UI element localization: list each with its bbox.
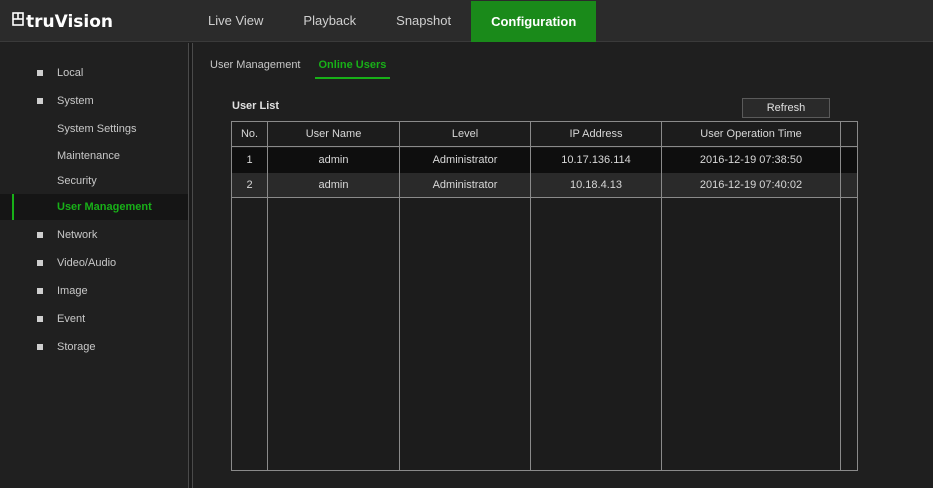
bullet-icon xyxy=(37,288,43,294)
column-header-no: No. xyxy=(240,128,259,140)
cell-operation-time: 2016-12-19 07:40:02 xyxy=(699,179,803,191)
column-header-user-operation-time: User Operation Time xyxy=(700,128,802,140)
cell-level: Administrator xyxy=(432,179,498,191)
sidebar-item-label: Security xyxy=(57,175,97,187)
column-header-user-name: User Name xyxy=(305,128,362,140)
cell-no: 2 xyxy=(246,179,253,191)
sidebar-item-label: Storage xyxy=(57,341,96,353)
sidebar-item-user-management[interactable]: User Management xyxy=(0,194,188,220)
sidebar-item-label: Video/Audio xyxy=(57,257,117,269)
sidebar-item-label: Event xyxy=(57,313,86,325)
sidebar: Local System System Settings Maintenance… xyxy=(0,43,188,488)
sidebar-item-label: System Settings xyxy=(57,123,137,135)
column-header-ip-address: IP Address xyxy=(569,128,623,140)
refresh-button[interactable]: Refresh xyxy=(742,98,830,118)
sidebar-item-label: Image xyxy=(57,285,88,297)
sidebar-item-local[interactable]: Local xyxy=(0,60,188,86)
sidebar-item-storage[interactable]: Storage xyxy=(0,334,188,360)
sidebar-item-system[interactable]: System xyxy=(0,88,188,114)
cell-no: 1 xyxy=(246,154,253,166)
sidebar-item-label: User Management xyxy=(57,201,152,213)
nav-live-view[interactable]: Live View xyxy=(188,0,283,42)
sidebar-item-label: Network xyxy=(57,229,98,241)
nav-configuration[interactable]: Configuration xyxy=(471,1,597,42)
bullet-icon xyxy=(37,98,43,104)
column-divider xyxy=(840,122,841,470)
bullet-icon xyxy=(37,344,43,350)
cell-operation-time: 2016-12-19 07:38:50 xyxy=(699,154,803,166)
truvision-logo-icon xyxy=(12,12,24,26)
user-list-title: User List xyxy=(232,100,280,112)
column-header-level: Level xyxy=(451,128,479,140)
sidebar-divider xyxy=(188,43,193,488)
cell-user-name: admin xyxy=(318,179,349,191)
cell-ip-address: 10.17.136.114 xyxy=(561,154,631,166)
sub-tabs: User Management Online Users xyxy=(210,57,404,79)
sidebar-item-label: System xyxy=(57,95,94,107)
tab-user-management[interactable]: User Management xyxy=(210,57,301,79)
sidebar-item-label: Maintenance xyxy=(57,150,120,162)
table-row[interactable]: 2 admin Administrator 10.18.4.13 2016-12… xyxy=(232,173,857,198)
column-divider xyxy=(530,122,531,470)
table-header-row: No. User Name Level IP Address User Oper… xyxy=(232,122,857,147)
sidebar-item-event[interactable]: Event xyxy=(0,306,188,332)
sidebar-item-system-settings[interactable]: System Settings xyxy=(0,116,188,142)
cell-level: Administrator xyxy=(432,154,498,166)
logo: truVision xyxy=(12,10,113,34)
nav-snapshot[interactable]: Snapshot xyxy=(376,0,471,42)
sidebar-item-network[interactable]: Network xyxy=(0,222,188,248)
top-bar: truVision Live View Playback Snapshot Co… xyxy=(0,0,933,42)
sidebar-item-label: Local xyxy=(57,67,84,79)
sidebar-item-video-audio[interactable]: Video/Audio xyxy=(0,250,188,276)
top-nav: Live View Playback Snapshot Configuratio… xyxy=(188,0,597,42)
sidebar-item-security[interactable]: Security xyxy=(0,168,188,194)
bullet-icon xyxy=(37,316,43,322)
bullet-icon xyxy=(37,70,43,76)
column-divider xyxy=(267,122,268,470)
sidebar-item-maintenance[interactable]: Maintenance xyxy=(0,143,188,169)
bullet-icon xyxy=(37,232,43,238)
sidebar-item-image[interactable]: Image xyxy=(0,278,188,304)
tab-online-users[interactable]: Online Users xyxy=(314,57,391,79)
column-divider xyxy=(399,122,400,470)
online-users-table: No. User Name Level IP Address User Oper… xyxy=(231,121,858,471)
nav-playback[interactable]: Playback xyxy=(283,0,376,42)
column-divider xyxy=(661,122,662,470)
cell-user-name: admin xyxy=(318,154,349,166)
bullet-icon xyxy=(37,260,43,266)
table-row[interactable]: 1 admin Administrator 10.17.136.114 2016… xyxy=(232,148,857,173)
brand-name: truVision xyxy=(26,12,114,32)
cell-ip-address: 10.18.4.13 xyxy=(570,179,622,191)
